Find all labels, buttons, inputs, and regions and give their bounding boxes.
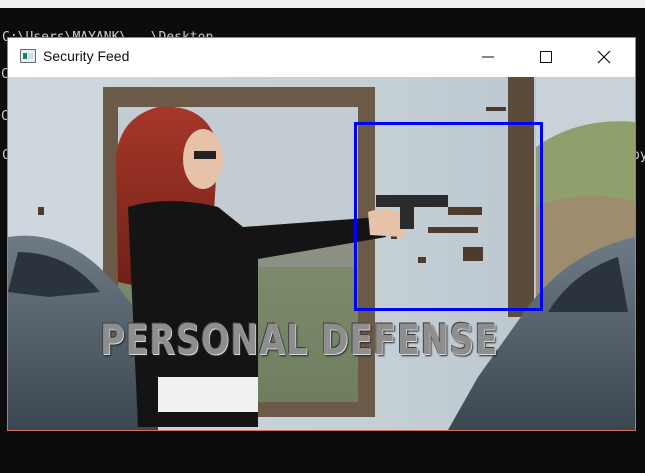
close-icon [597, 50, 611, 64]
maximize-button[interactable] [517, 38, 575, 76]
title-bar[interactable]: Security Feed [8, 38, 635, 76]
video-feed-frame: PERSONAL DEFENSE [8, 77, 635, 430]
console-top-bar [0, 0, 645, 8]
close-button[interactable] [575, 38, 633, 76]
window-title: Security Feed [43, 48, 130, 64]
detection-bounding-box [354, 122, 543, 311]
maximize-icon [540, 51, 552, 63]
minimize-icon [482, 56, 494, 58]
security-feed-window: Security Feed PERSONAL DEFENSE [7, 37, 636, 431]
video-caption: PERSONAL DEFENSE [100, 315, 499, 364]
app-window-icon [20, 49, 36, 63]
minimize-button[interactable] [459, 38, 517, 76]
